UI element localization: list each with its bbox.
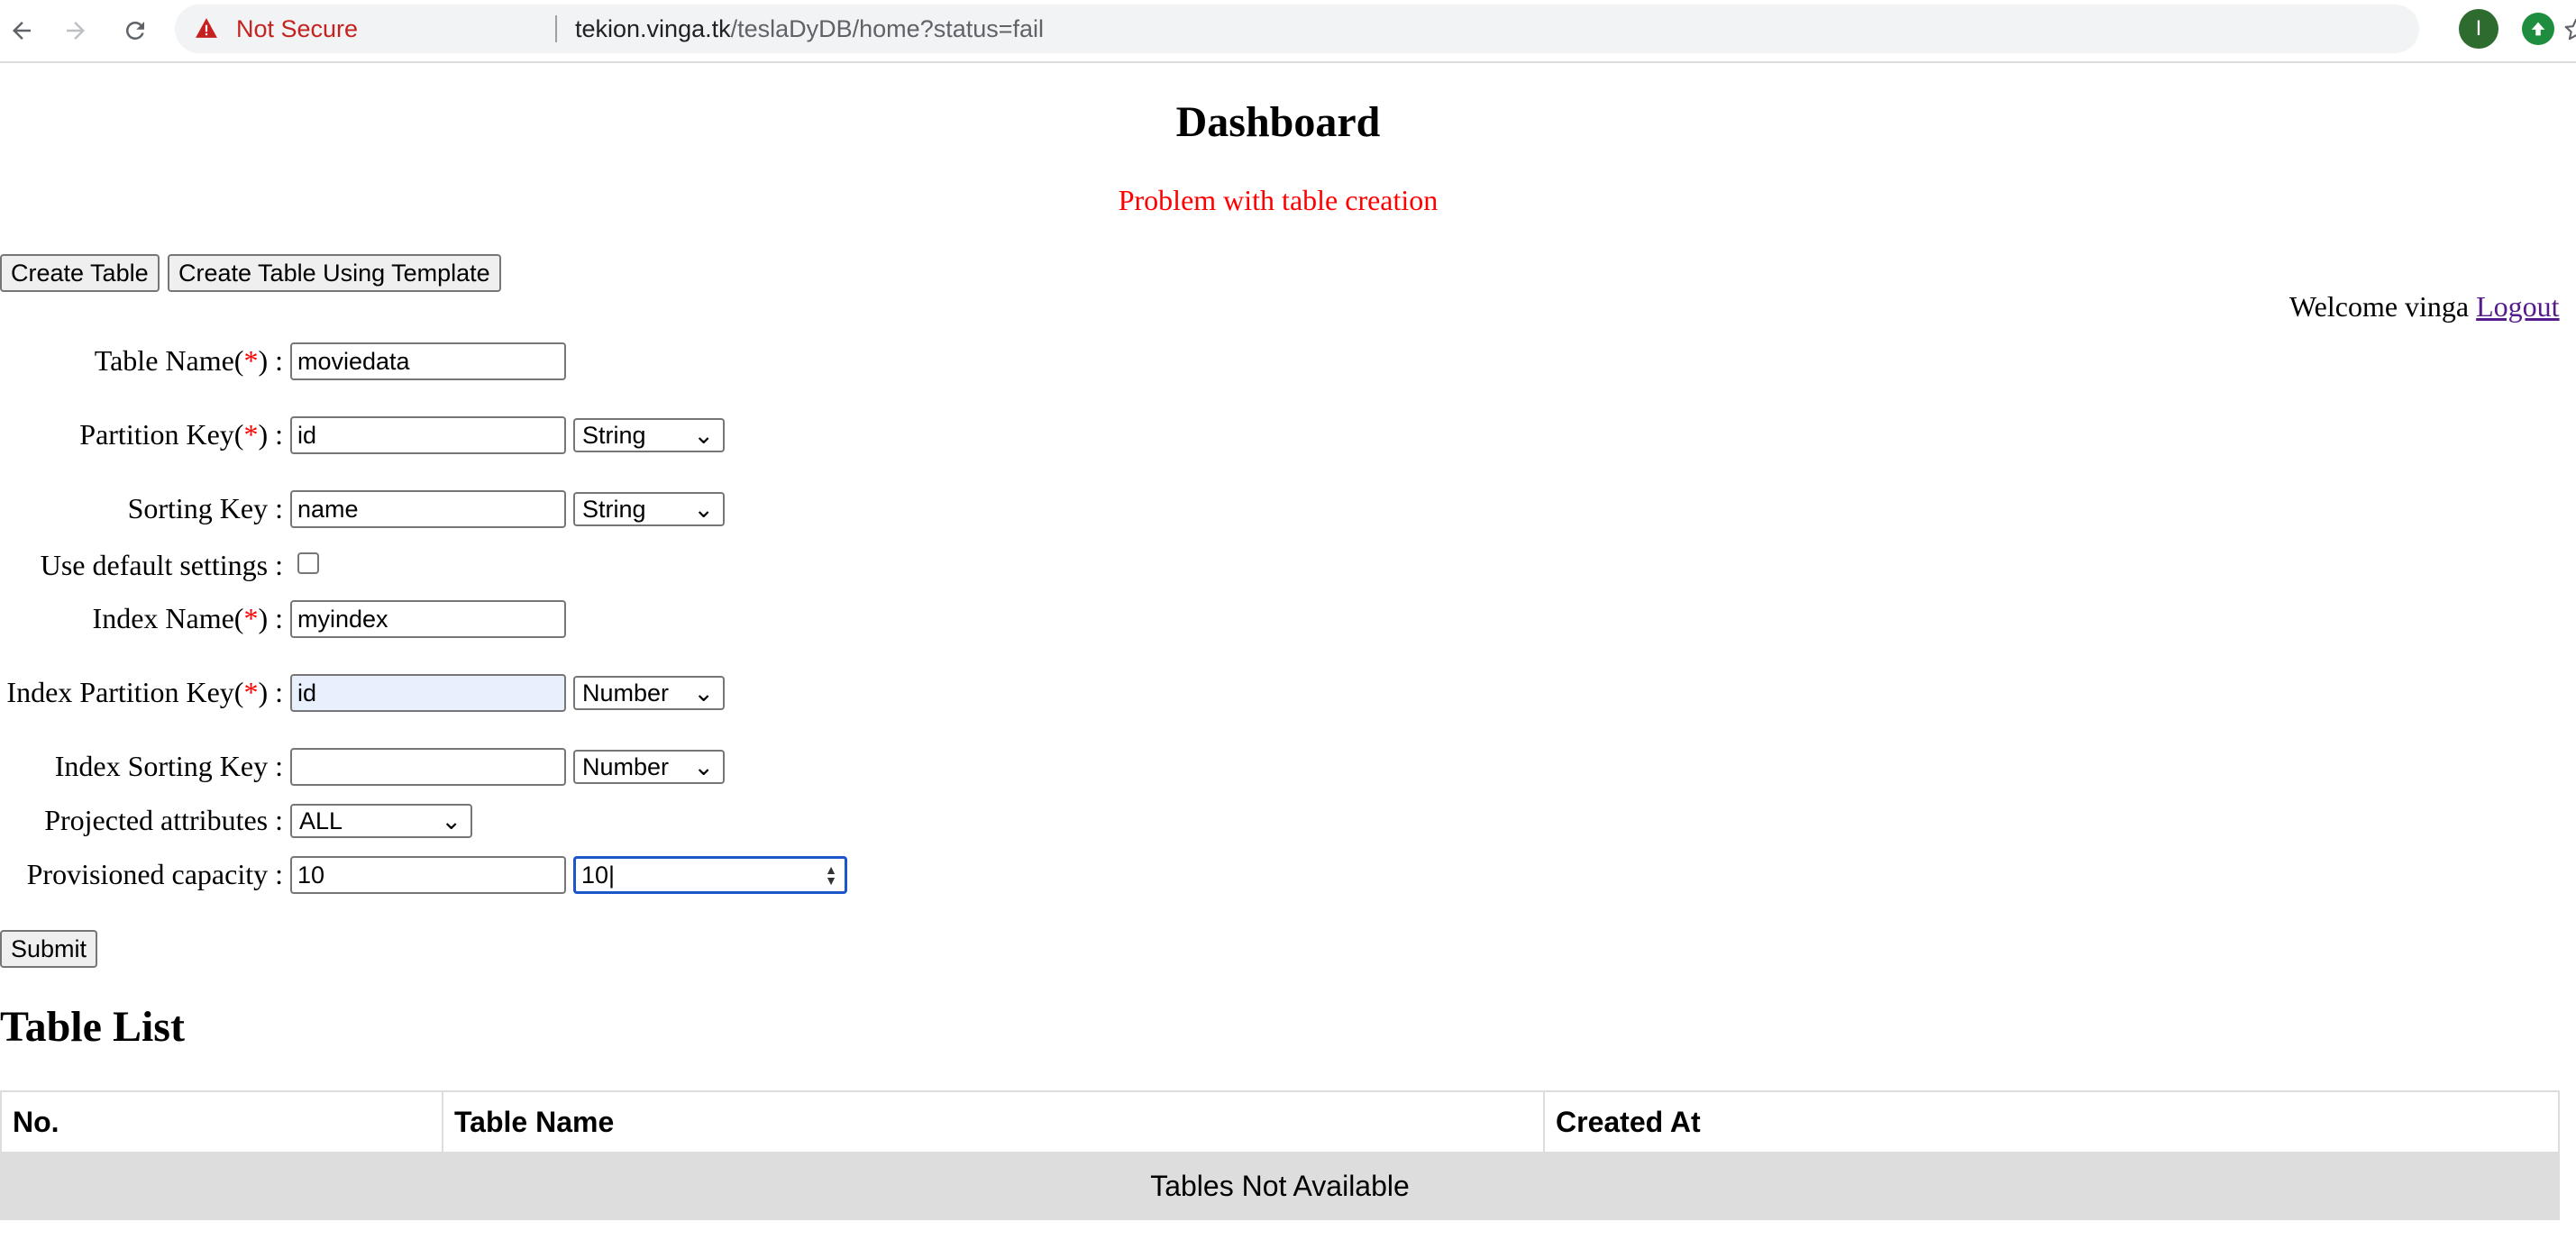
write-capacity-value: 10 [581,861,609,889]
index-partition-key-type-value: Number [582,679,670,706]
welcome-text: Welcome vinga [2289,290,2470,323]
table-header-row: No. Table Name Created At [0,1090,2560,1153]
chevron-down-icon: ⌄ [693,679,714,706]
partition-key-type-select[interactable]: String ⌄ [573,418,725,452]
index-partition-key-type-select[interactable]: Number ⌄ [573,676,725,710]
partition-key-type-value: String [582,422,646,449]
url-separator [555,15,557,42]
chevron-down-icon: ⌄ [441,807,461,834]
partition-key-input[interactable]: id [290,416,566,454]
table-name-input[interactable]: moviedata [290,342,566,380]
index-sorting-key-input[interactable] [290,748,566,786]
page-title: Dashboard [1175,98,1381,146]
number-spinner-icon[interactable]: ▲ ▼ [825,863,837,887]
profile-avatar[interactable]: I [2459,9,2498,49]
projected-attributes-select[interactable]: ALL ⌄ [290,804,472,838]
create-table-button[interactable]: Create Table [0,254,160,292]
warning-icon [195,17,218,45]
back-arrow-icon[interactable] [2,11,41,50]
index-sorting-key-type-value: Number [582,753,670,780]
column-header-no: No. [0,1090,443,1153]
chevron-down-icon: ⌄ [693,496,714,523]
chevron-down-icon: ⌄ [693,753,714,780]
logout-link[interactable]: Logout [2476,290,2559,323]
use-default-settings-checkbox[interactable] [297,552,319,574]
projected-attributes-value: ALL [299,807,343,834]
welcome-area: Welcome vinga Logout [2289,290,2560,324]
index-sorting-key-label: Index Sorting Key : [54,750,283,782]
empty-table-message: Tables Not Available [0,1152,2560,1220]
partition-key-label: Partition Key(*) : [79,418,283,451]
read-capacity-input[interactable]: 10 [290,856,566,894]
sorting-key-input[interactable]: name [290,490,566,528]
chevron-down-icon: ⌄ [693,422,714,449]
table-list: No. Table Name Created At Tables Not Ava… [0,1090,2560,1220]
browser-toolbar: Not Secure tekion.vinga.tk/teslaDyDB/hom… [0,0,2576,63]
index-sorting-key-type-select[interactable]: Number ⌄ [573,750,725,784]
table-row: Tables Not Available [0,1152,2560,1220]
column-header-created-at: Created At [1543,1090,2560,1153]
sorting-key-type-value: String [582,496,646,523]
provisioned-capacity-label: Provisioned capacity : [26,858,283,890]
url-text[interactable]: tekion.vinga.tk/teslaDyDB/home?status=fa… [575,15,1044,43]
index-partition-key-input[interactable]: id [290,674,566,712]
create-table-template-button[interactable]: Create Table Using Template [168,254,501,292]
projected-attributes-label: Projected attributes : [44,804,283,836]
security-status[interactable]: Not Secure [236,15,358,43]
address-bar[interactable]: Not Secure tekion.vinga.tk/teslaDyDB/hom… [175,5,2576,53]
submit-button[interactable]: Submit [0,930,98,968]
write-capacity-input[interactable]: 10| ▲ ▼ [573,856,847,894]
bookmark-star-icon[interactable] [2563,17,2576,49]
error-message: Problem with table creation [1118,184,1439,216]
update-icon[interactable] [2522,13,2554,45]
index-name-input[interactable]: myindex [290,600,566,638]
forward-arrow-icon[interactable] [56,11,96,50]
index-name-label: Index Name(*) : [92,602,283,634]
sorting-key-type-select[interactable]: String ⌄ [573,492,725,526]
sorting-key-label: Sorting Key : [127,492,283,524]
table-list-title: Table List [0,1003,185,1051]
column-header-table-name: Table Name [442,1090,1545,1153]
use-default-settings-label: Use default settings : [40,549,283,581]
index-partition-key-label: Index Partition Key(*) : [6,676,283,708]
reload-icon[interactable] [115,11,155,50]
table-name-label: Table Name(*) : [94,344,283,377]
